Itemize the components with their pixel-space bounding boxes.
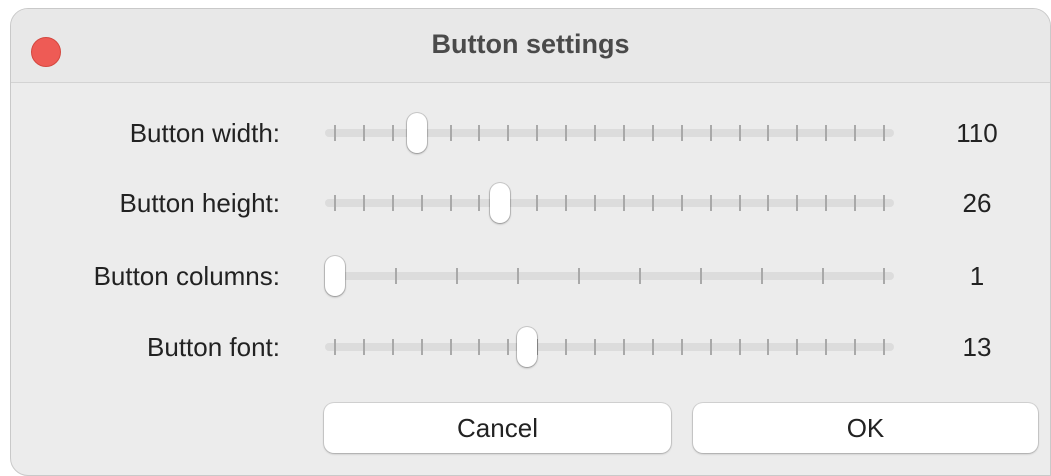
slider-tick <box>651 195 654 211</box>
slider-tick <box>334 195 336 211</box>
slider-tick <box>362 339 365 355</box>
slider-tick <box>738 195 741 211</box>
slider-row-button-width: Button width: 110 <box>11 103 1050 163</box>
slider-tick <box>334 339 336 355</box>
slider-tick <box>391 125 394 141</box>
slider-tick <box>449 125 452 141</box>
slider-tick <box>536 195 539 211</box>
slider-row-button-columns: Button columns: 1 <box>11 246 1050 306</box>
slider-tick <box>362 195 365 211</box>
slider-tick <box>507 339 510 355</box>
slider-tick <box>622 195 625 211</box>
slider-tick <box>883 339 885 355</box>
slider-tick <box>578 268 580 284</box>
slider-tick <box>517 268 519 284</box>
slider-tick <box>680 195 683 211</box>
slider-tick <box>854 125 857 141</box>
settings-dialog: Button settings Button width: 110 Button… <box>10 8 1051 476</box>
slider-track[interactable] <box>325 343 894 351</box>
slider-tick <box>478 195 481 211</box>
slider-tick <box>420 339 423 355</box>
slider-track[interactable] <box>325 272 894 280</box>
slider-tick <box>709 125 712 141</box>
slider-tick <box>478 125 481 141</box>
slider-tick <box>391 195 394 211</box>
slider-tick <box>738 339 741 355</box>
slider-tick <box>700 268 702 284</box>
button-columns-label: Button columns: <box>93 261 280 291</box>
slider-tick <box>825 339 828 355</box>
slider-tick <box>883 125 885 141</box>
slider-tick <box>825 195 828 211</box>
slider-tick <box>709 195 712 211</box>
slider-tick <box>761 268 763 284</box>
slider-tick <box>449 195 452 211</box>
slider-tick <box>825 125 828 141</box>
slider-track[interactable] <box>325 199 894 207</box>
slider-tick <box>536 125 539 141</box>
button-width-label: Button width: <box>129 118 280 148</box>
window-title: Button settings <box>431 29 630 59</box>
slider-tick <box>639 268 641 284</box>
slider-tick <box>507 125 510 141</box>
slider-tick <box>767 195 770 211</box>
slider-tick <box>565 125 568 141</box>
slider-tick <box>796 125 799 141</box>
slider-tick <box>651 125 654 141</box>
cancel-button[interactable]: Cancel <box>324 403 671 453</box>
slider-tick <box>594 195 597 211</box>
slider-tick <box>767 125 770 141</box>
slider-tick <box>651 339 654 355</box>
slider-tick <box>420 195 423 211</box>
button-height-slider[interactable] <box>325 173 894 233</box>
slider-tick <box>680 125 683 141</box>
slider-tick <box>362 125 365 141</box>
slider-tick <box>334 125 336 141</box>
ok-button[interactable]: OK <box>693 403 1038 453</box>
slider-tick <box>391 339 394 355</box>
slider-tick <box>796 339 799 355</box>
button-width-value: 110 <box>956 118 998 148</box>
slider-tick <box>796 195 799 211</box>
slider-tick <box>449 339 452 355</box>
button-columns-value: 1 <box>969 261 985 291</box>
slider-tick <box>854 339 857 355</box>
slider-tick <box>822 268 824 284</box>
slider-knob[interactable] <box>517 327 538 367</box>
slider-tick <box>478 339 481 355</box>
slider-tick <box>565 339 568 355</box>
slider-tick <box>456 268 458 284</box>
slider-tick <box>622 125 625 141</box>
button-font-slider[interactable] <box>325 317 894 377</box>
slider-tick <box>594 339 597 355</box>
slider-tick <box>738 125 741 141</box>
slider-knob[interactable] <box>325 256 345 296</box>
slider-tick <box>565 195 568 211</box>
slider-tick <box>883 268 885 284</box>
button-width-slider[interactable] <box>325 103 894 163</box>
button-height-value: 26 <box>962 188 992 218</box>
slider-knob[interactable] <box>489 183 510 223</box>
slider-tick <box>622 339 625 355</box>
slider-tick <box>680 339 683 355</box>
slider-row-button-font: Button font: 13 <box>11 317 1050 377</box>
slider-tick <box>767 339 770 355</box>
slider-row-button-height: Button height: 26 <box>11 173 1050 233</box>
button-columns-slider[interactable] <box>325 246 894 306</box>
title-bar[interactable]: Button settings <box>11 9 1050 83</box>
button-font-value: 13 <box>962 332 992 362</box>
button-font-label: Button font: <box>147 332 280 362</box>
slider-knob[interactable] <box>407 113 428 153</box>
slider-tick <box>594 125 597 141</box>
button-height-label: Button height: <box>119 188 280 218</box>
slider-tick <box>709 339 712 355</box>
slider-tick <box>854 195 857 211</box>
slider-tick <box>395 268 397 284</box>
slider-tick <box>883 195 885 211</box>
